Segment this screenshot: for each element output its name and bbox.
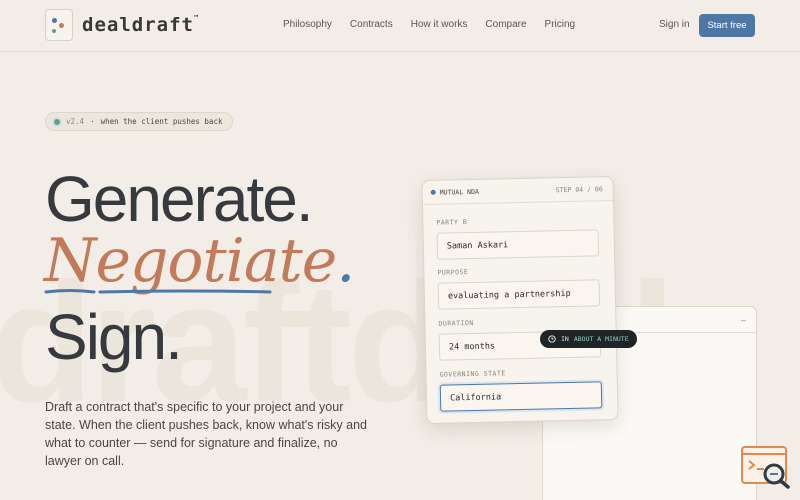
form-card-header: MUTUAL NDA STEP 04 / 06 bbox=[422, 177, 613, 206]
form-status-dot-icon bbox=[430, 189, 436, 195]
purpose-label: PURPOSE bbox=[437, 268, 469, 277]
nav-pricing[interactable]: Pricing bbox=[545, 19, 576, 30]
nav-philosophy[interactable]: Philosophy bbox=[283, 19, 332, 30]
status-dot-icon bbox=[54, 118, 60, 125]
hero-description: Draft a contract that's specific to your… bbox=[45, 400, 367, 468]
version-pill: v2.4 · when the client pushes back bbox=[45, 112, 233, 131]
nav-compare[interactable]: Compare bbox=[485, 19, 526, 30]
brand-name[interactable]: dealdraft™ bbox=[82, 14, 198, 36]
sign-in-link[interactable]: Sign in bbox=[659, 19, 690, 30]
governing-state-input[interactable]: California bbox=[439, 381, 603, 412]
pill-text: when the client pushes back bbox=[100, 117, 223, 126]
minimize-icon[interactable]: – bbox=[741, 315, 746, 325]
version-label: v2.4 bbox=[66, 117, 85, 126]
nda-form-card: MUTUAL NDA STEP 04 / 06 PARTY B Saman As… bbox=[421, 176, 619, 424]
start-free-button[interactable]: Start free bbox=[699, 14, 755, 37]
party-b-label: PARTY B bbox=[436, 218, 468, 227]
party-b-field: PARTY B Saman Askari bbox=[436, 215, 600, 260]
hero-line-sign: Sign. bbox=[45, 301, 183, 373]
nav-contracts[interactable]: Contracts bbox=[350, 19, 393, 30]
purpose-field: PURPOSE evaluating a partnership bbox=[437, 265, 601, 310]
code-search-icon[interactable] bbox=[740, 445, 792, 489]
nav-how-it-works[interactable]: How it works bbox=[411, 19, 468, 30]
clock-icon bbox=[548, 335, 556, 343]
negotiate-underline bbox=[44, 289, 272, 294]
party-b-input[interactable]: Saman Askari bbox=[436, 229, 600, 260]
pill-separator: · bbox=[90, 117, 95, 126]
hero-negotiate-dot: . bbox=[336, 226, 355, 296]
governing-state-label: GOVERNING STATE bbox=[439, 369, 506, 379]
purpose-input[interactable]: evaluating a partnership bbox=[437, 279, 601, 310]
hero-line-generate: Generate. bbox=[45, 163, 314, 235]
form-title: MUTUAL NDA bbox=[439, 187, 479, 197]
duration-label: DURATION bbox=[438, 318, 474, 328]
trademark-mark: ™ bbox=[193, 14, 199, 22]
logo-icon[interactable] bbox=[45, 9, 73, 41]
badge-prefix: IN bbox=[561, 335, 569, 343]
time-badge: IN ABOUT A MINUTE bbox=[540, 330, 637, 348]
governing-state-field: GOVERNING STATE California bbox=[439, 367, 603, 412]
site-header: dealdraft™ Philosophy Contracts How it w… bbox=[0, 0, 800, 52]
main-nav: Philosophy Contracts How it works Compar… bbox=[283, 19, 575, 30]
form-step: STEP 04 / 06 bbox=[555, 185, 603, 195]
badge-emphasis: ABOUT A MINUTE bbox=[573, 335, 629, 343]
